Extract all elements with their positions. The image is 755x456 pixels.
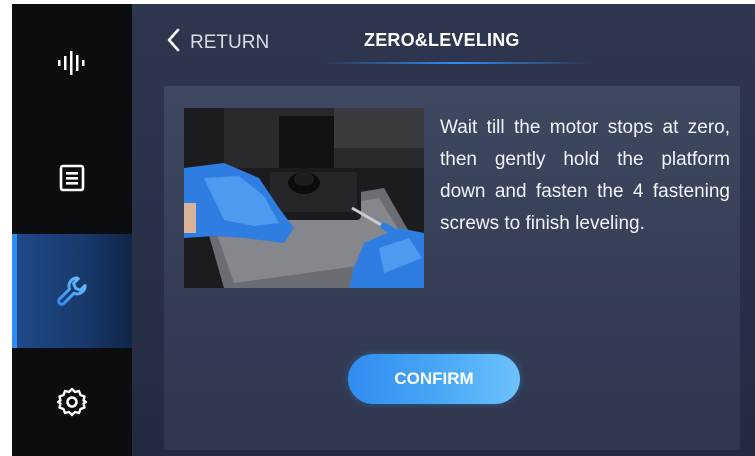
sidebar [12,4,132,456]
chevron-left-icon [166,28,180,58]
sidebar-item-files[interactable] [12,122,132,234]
sidebar-item-print-status[interactable] [12,4,132,122]
instruction-text: Wait till the motor stops at zero, then … [440,117,730,234]
return-label: RETURN [190,32,270,53]
gear-icon [57,387,87,417]
printer-screen: RETURN ZERO&LEVELING Wait till the motor… [12,4,755,456]
main-area: RETURN ZERO&LEVELING Wait till the motor… [132,4,755,456]
file-list-icon [59,164,85,192]
confirm-button[interactable]: CONFIRM [348,354,520,404]
page-title: ZERO&LEVELING [364,30,520,50]
header: RETURN ZERO&LEVELING [132,4,755,74]
wrench-icon [56,275,88,307]
title-underline [322,62,592,64]
return-button[interactable]: RETURN [166,28,269,58]
sidebar-item-tools[interactable] [12,234,132,348]
leveling-photo [184,108,424,288]
waveform-icon [57,50,87,76]
instruction-panel: Wait till the motor stops at zero, then … [164,86,740,450]
sidebar-item-settings[interactable] [12,348,132,456]
